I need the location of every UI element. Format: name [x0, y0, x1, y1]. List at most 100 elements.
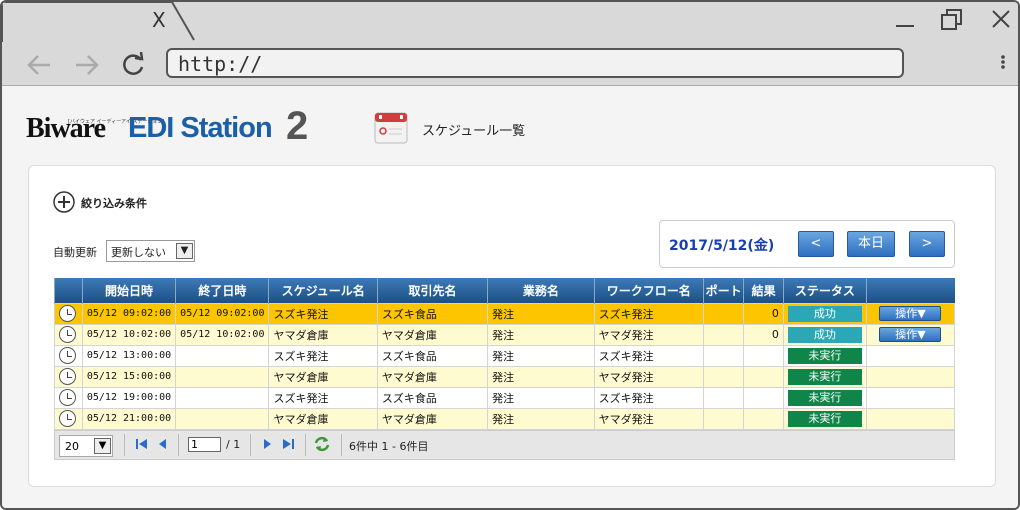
- col-header-port[interactable]: ポート: [702, 278, 744, 303]
- cell-partner: スズキ食品: [376, 302, 489, 325]
- pager-divider: [124, 434, 125, 456]
- back-arrow-icon[interactable]: [26, 52, 52, 84]
- cell-workflow: スズキ発注: [593, 386, 704, 409]
- cell-end: 05/12 09:02:00: [175, 302, 270, 325]
- col-header-actions: [865, 278, 955, 303]
- cell-result: [743, 407, 784, 430]
- close-window-icon[interactable]: [990, 8, 1012, 35]
- next-page-icon[interactable]: [262, 438, 272, 453]
- auto-refresh-select[interactable]: 更新しない ▼: [106, 240, 195, 262]
- menu-kebab-icon[interactable]: [1000, 52, 1006, 77]
- table-header-row: 開始日時 終了日時 スケジュール名 取引先名 業務名 ワークフロー名 ポート 結…: [54, 278, 955, 303]
- table-row[interactable]: 05/12 09:02:00 05/12 09:02:00 スズキ発注 スズキ食…: [54, 302, 956, 325]
- plus-circle-icon[interactable]: [53, 191, 75, 213]
- pager-divider: [178, 434, 179, 456]
- col-header-status[interactable]: ステータス: [782, 278, 867, 303]
- last-page-icon[interactable]: [282, 438, 294, 453]
- cell-schedule: ヤマダ倉庫: [268, 323, 378, 346]
- total-pages: / 1: [226, 438, 241, 451]
- cell-port: [702, 386, 745, 409]
- pager-info: 6件中 1 - 6件目: [349, 440, 429, 453]
- page-number-input[interactable]: 1: [188, 437, 221, 452]
- table-row[interactable]: 05/12 13:00:00 スズキ発注 スズキ食品 発注 スズキ発注 未実行: [54, 344, 956, 367]
- operation-button[interactable]: 操作▼: [879, 306, 942, 321]
- cell-end: [175, 344, 270, 367]
- col-header-start[interactable]: 開始日時: [81, 278, 176, 303]
- refresh-icon[interactable]: [314, 436, 330, 456]
- browser-window: X http:// Biware [バイウェア イーディーアイ ステーション] …: [0, 0, 1020, 510]
- auto-refresh-value: 更新しない: [111, 246, 166, 259]
- status-badge: 未実行: [787, 347, 862, 364]
- next-day-button[interactable]: >: [909, 231, 945, 257]
- status-badge: 成功: [787, 305, 862, 322]
- cell-schedule: スズキ発注: [268, 386, 378, 409]
- pager-divider: [305, 434, 306, 456]
- table-row[interactable]: 05/12 19:00:00 スズキ発注 スズキ食品 発注 スズキ発注 未実行: [54, 386, 956, 409]
- clock-icon: [59, 368, 76, 385]
- prev-day-button[interactable]: <: [798, 231, 834, 257]
- prev-page-icon[interactable]: [158, 438, 168, 453]
- cell-port: [702, 302, 745, 325]
- cell-schedule: スズキ発注: [268, 344, 378, 367]
- status-badge: 成功: [787, 326, 862, 343]
- col-header-schedule[interactable]: スケジュール名: [268, 278, 378, 303]
- forward-arrow-icon[interactable]: [74, 52, 100, 84]
- cell-start: 05/12 15:00:00: [81, 365, 177, 388]
- status-badge: 未実行: [787, 410, 862, 427]
- cell-business: 発注: [487, 302, 595, 325]
- cell-partner: スズキ食品: [376, 386, 489, 409]
- cell-port: [702, 323, 745, 346]
- col-header-partner[interactable]: 取引先名: [376, 278, 488, 303]
- cell-partner: スズキ食品: [376, 344, 489, 367]
- cell-op: [865, 386, 956, 409]
- cell-result: [743, 365, 784, 388]
- today-button[interactable]: 本日: [847, 231, 895, 257]
- clock-icon: [59, 326, 76, 343]
- cell-op: [865, 365, 956, 388]
- cell-end: [175, 365, 270, 388]
- cell-port: [702, 344, 745, 367]
- cell-result: [743, 386, 784, 409]
- cell-start: 05/12 19:00:00: [81, 386, 177, 409]
- cell-start: 05/12 09:02:00: [81, 302, 177, 325]
- pager-divider: [250, 434, 251, 456]
- clock-icon: [59, 410, 76, 427]
- cell-port: [702, 407, 745, 430]
- cell-business: 発注: [487, 344, 595, 367]
- chevron-down-icon: ▼: [176, 243, 193, 259]
- table-row[interactable]: 05/12 10:02:00 05/12 10:02:00 ヤマダ倉庫 ヤマダ倉…: [54, 323, 956, 346]
- cell-op: [865, 344, 956, 367]
- cell-port: [702, 365, 745, 388]
- filter-toggle-label[interactable]: 絞り込み条件: [81, 195, 147, 211]
- reload-icon[interactable]: [120, 51, 146, 84]
- table-row[interactable]: 05/12 15:00:00 ヤマダ倉庫 ヤマダ倉庫 発注 ヤマダ発注 未実行: [54, 365, 956, 388]
- status-badge: 未実行: [787, 389, 862, 406]
- cell-result: 0: [743, 302, 784, 325]
- col-header-icon: [54, 278, 83, 303]
- calendar-icon: [374, 112, 408, 144]
- first-page-icon[interactable]: [136, 438, 148, 453]
- col-header-result[interactable]: 結果: [743, 278, 784, 303]
- auto-refresh-label: 自動更新: [53, 246, 97, 259]
- cell-schedule: ヤマダ倉庫: [268, 407, 378, 430]
- tab-shape: [2, 2, 195, 42]
- col-header-end[interactable]: 終了日時: [175, 278, 269, 303]
- page-size-select[interactable]: 20 ▼: [59, 435, 113, 457]
- col-header-workflow[interactable]: ワークフロー名: [593, 278, 704, 303]
- cell-workflow: ヤマダ発注: [593, 407, 704, 430]
- clock-icon: [59, 305, 76, 322]
- table-row[interactable]: 05/12 21:00:00 ヤマダ倉庫 ヤマダ倉庫 発注 ヤマダ発注 未実行: [54, 407, 956, 430]
- cell-workflow: ヤマダ発注: [593, 365, 704, 388]
- schedule-table: 開始日時 終了日時 スケジュール名 取引先名 業務名 ワークフロー名 ポート 結…: [54, 278, 956, 430]
- operation-button[interactable]: 操作▼: [879, 327, 942, 342]
- browser-tab[interactable]: X: [2, 2, 195, 42]
- col-header-business[interactable]: 業務名: [487, 278, 595, 303]
- cell-start: 05/12 10:02:00: [81, 323, 177, 346]
- maximize-icon[interactable]: [940, 8, 964, 37]
- tab-close-icon[interactable]: X: [152, 8, 166, 32]
- minimize-icon[interactable]: [894, 8, 916, 35]
- clock-icon: [59, 389, 76, 406]
- cell-partner: ヤマダ倉庫: [376, 323, 489, 346]
- cell-business: 発注: [487, 365, 595, 388]
- url-bar[interactable]: http://: [166, 48, 904, 78]
